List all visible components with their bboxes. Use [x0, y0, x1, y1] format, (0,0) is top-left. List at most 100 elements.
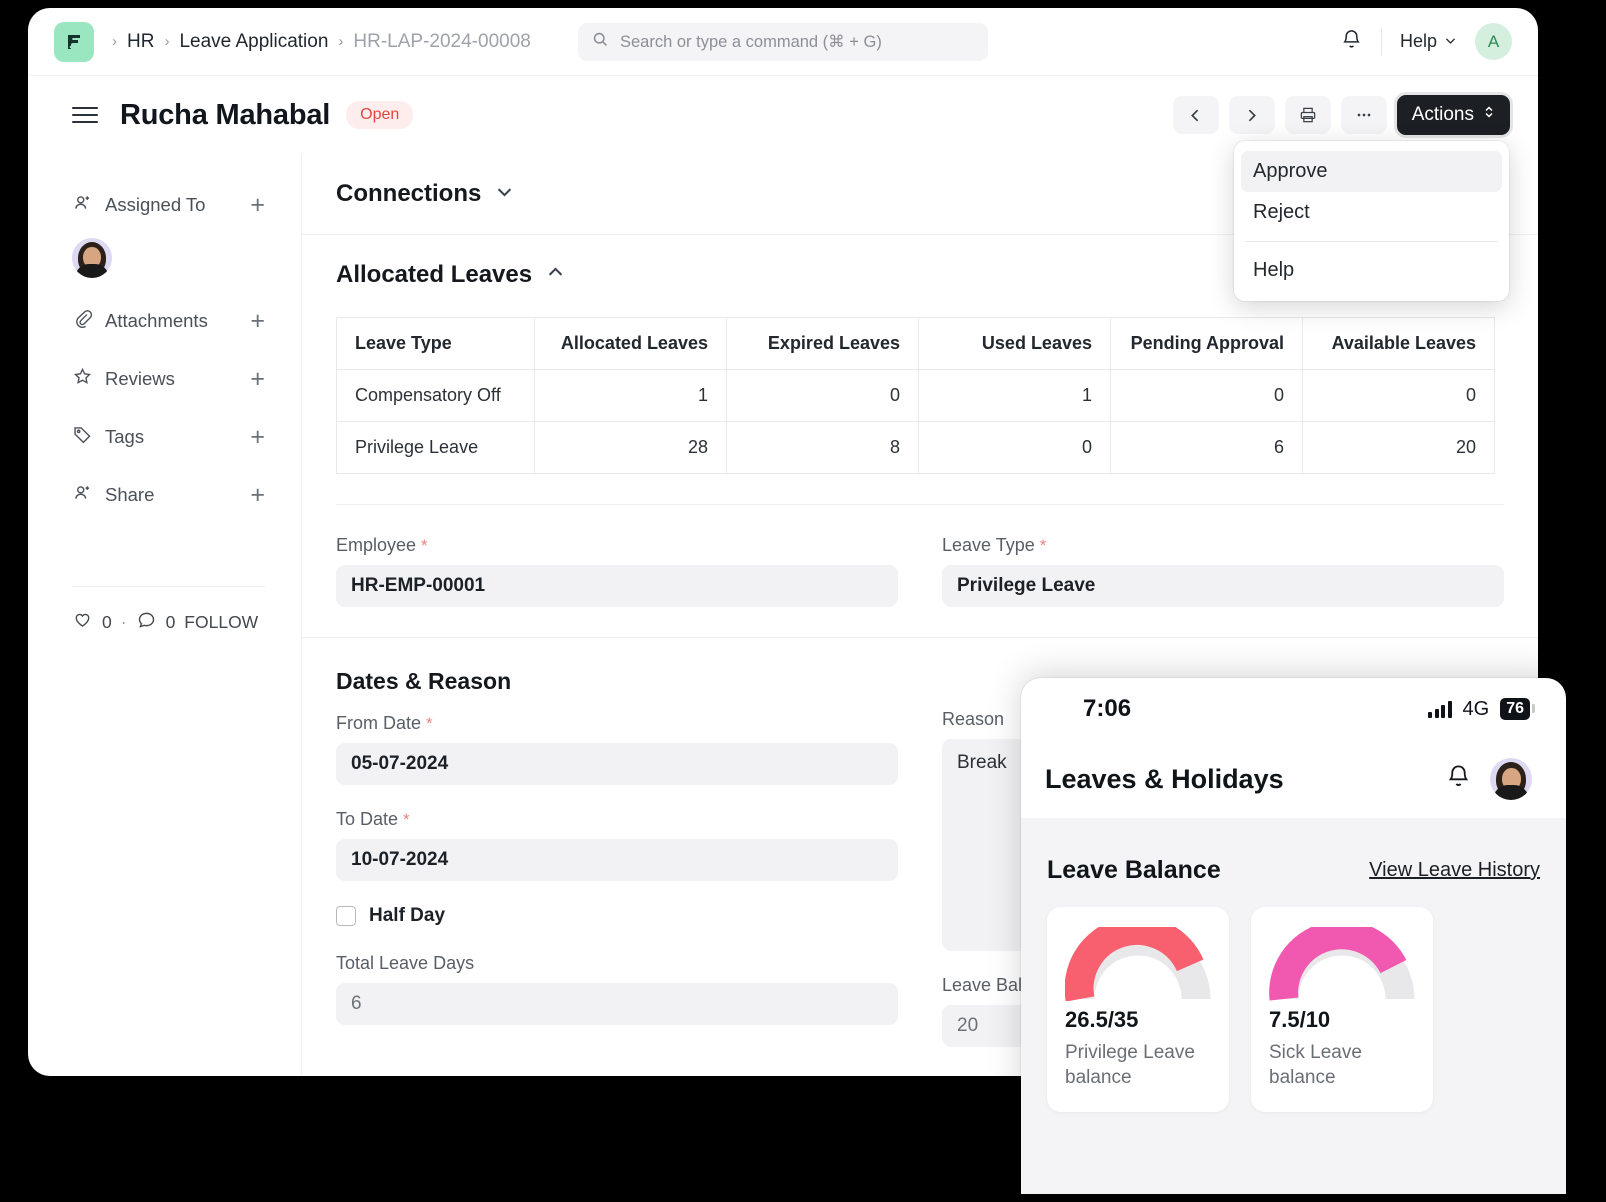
cell-leave-type: Privilege Leave [337, 422, 535, 474]
half-day-checkbox[interactable] [336, 906, 356, 926]
dates-reason-group-title: Dates & Reason [336, 668, 898, 695]
bell-icon[interactable] [1340, 28, 1363, 56]
next-button[interactable] [1229, 96, 1275, 134]
breadcrumb-item-current: HR-LAP-2024-00008 [353, 31, 530, 53]
star-icon [72, 366, 93, 392]
cell-pending: 6 [1111, 422, 1303, 474]
paperclip-icon [72, 308, 93, 334]
assignee-avatar[interactable] [72, 238, 112, 278]
status-badge: Open [346, 101, 413, 129]
total-leave-days-field: 6 [336, 983, 898, 1025]
sidebar-item-label: Tags [105, 426, 238, 448]
add-attachment-button[interactable]: + [250, 309, 265, 334]
column-header: Used Leaves [919, 318, 1111, 370]
follow-button[interactable]: FOLLOW [184, 612, 258, 633]
table-row[interactable]: Privilege Leave 28 8 0 6 20 [337, 422, 1495, 474]
column-header: Available Leaves [1303, 318, 1495, 370]
employee-label: Employee * [336, 535, 898, 556]
cell-used: 1 [919, 370, 1111, 422]
actions-label: Actions [1412, 104, 1474, 126]
gauge-card-privilege-leave[interactable]: 26.5/35 Privilege Leave balance [1047, 907, 1229, 1112]
page-title: Rucha Mahabal [120, 99, 330, 132]
column-header: Allocated Leaves [535, 318, 727, 370]
frappe-logo-icon[interactable] [54, 22, 94, 62]
sidebar-item-label: Attachments [105, 310, 238, 332]
actions-dropdown-menu: Approve Reject Help [1234, 141, 1509, 301]
half-day-row[interactable]: Half Day [336, 905, 898, 927]
sidebar-item-share[interactable]: Share + [72, 466, 265, 524]
add-review-button[interactable]: + [250, 367, 265, 392]
chevron-updown-icon [1483, 104, 1495, 126]
avatar[interactable] [1490, 758, 1532, 800]
sidebar-item-label: Assigned To [105, 194, 238, 216]
avatar[interactable]: A [1475, 23, 1512, 60]
mobile-page-title: Leaves & Holidays [1045, 764, 1427, 795]
mobile-status-bar: 7:06 4G 76 [1021, 678, 1566, 740]
add-assignee-button[interactable]: + [250, 193, 265, 218]
help-button[interactable]: Help [1400, 31, 1457, 52]
breadcrumb-item-hr[interactable]: HR [127, 31, 154, 53]
actions-button[interactable]: Actions [1397, 95, 1510, 135]
help-label: Help [1400, 31, 1437, 52]
prev-button[interactable] [1173, 96, 1219, 134]
title-actions: Actions [1173, 95, 1510, 135]
tag-icon [72, 424, 93, 450]
chevron-down-icon[interactable] [495, 182, 514, 206]
comment-icon[interactable] [136, 609, 157, 635]
menu-item-reject[interactable]: Reject [1241, 192, 1502, 233]
user-plus-icon [72, 192, 93, 218]
heart-icon[interactable] [72, 609, 93, 635]
allocated-leaves-title: Allocated Leaves [336, 261, 532, 289]
leave-type-field[interactable]: Privilege Leave [942, 565, 1504, 607]
gauge-card-sick-leave[interactable]: 7.5/10 Sick Leave balance [1251, 907, 1433, 1112]
required-marker: * [1040, 537, 1047, 554]
print-button[interactable] [1285, 96, 1331, 134]
total-leave-days-label: Total Leave Days [336, 953, 898, 974]
column-header: Pending Approval [1111, 318, 1303, 370]
breadcrumb-item-leave-application[interactable]: Leave Application [179, 31, 328, 53]
cell-allocated: 28 [535, 422, 727, 474]
leave-balance-header: Leave Balance View Leave History [1047, 818, 1540, 907]
to-date-field[interactable]: 10-07-2024 [336, 839, 898, 881]
table-row[interactable]: Compensatory Off 1 0 1 0 0 [337, 370, 1495, 422]
user-plus-icon [72, 482, 93, 508]
breadcrumb-sep: › [164, 33, 169, 50]
label-text: Reason [942, 709, 1004, 730]
more-button[interactable] [1341, 96, 1387, 134]
search-input[interactable]: Search or type a command (⌘ + G) [578, 23, 988, 61]
leave-balance-cards: 26.5/35 Privilege Leave balance 7.5/10 S… [1047, 907, 1540, 1112]
comment-count: 0 [166, 612, 176, 633]
sidebar-item-assigned-to[interactable]: Assigned To + [72, 176, 265, 234]
required-marker: * [426, 715, 433, 732]
menu-item-approve[interactable]: Approve [1241, 151, 1502, 192]
sidebar: Assigned To + Attachments + [28, 154, 302, 1076]
search-placeholder: Search or type a command (⌘ + G) [620, 32, 882, 52]
connections-title: Connections [336, 180, 481, 208]
cell-available: 0 [1303, 370, 1495, 422]
sidebar-item-tags[interactable]: Tags + [72, 408, 265, 466]
bell-icon[interactable] [1445, 763, 1472, 795]
view-leave-history-link[interactable]: View Leave History [1369, 859, 1540, 882]
gauge-value: 26.5/35 [1065, 1007, 1211, 1033]
hamburger-icon[interactable] [72, 107, 98, 123]
label-text: Total Leave Days [336, 953, 474, 974]
mobile-app-window: 7:06 4G 76 Leaves & Holidays Leave Balan… [1021, 678, 1566, 1194]
sidebar-item-attachments[interactable]: Attachments + [72, 292, 265, 350]
menu-item-help[interactable]: Help [1241, 250, 1502, 291]
cell-expired: 0 [727, 370, 919, 422]
cell-pending: 0 [1111, 370, 1303, 422]
employee-field[interactable]: HR-EMP-00001 [336, 565, 898, 607]
column-header: Leave Type [337, 318, 535, 370]
add-share-button[interactable]: + [250, 483, 265, 508]
table-header-row: Leave Type Allocated Leaves Expired Leav… [337, 318, 1495, 370]
signal-bars-icon [1428, 701, 1452, 718]
label-text: From Date [336, 713, 421, 734]
chevron-up-icon[interactable] [546, 263, 565, 287]
required-marker: * [421, 537, 428, 554]
gauge-caption: Sick Leave balance [1269, 1041, 1415, 1090]
from-date-field[interactable]: 05-07-2024 [336, 743, 898, 785]
sidebar-item-reviews[interactable]: Reviews + [72, 350, 265, 408]
cell-expired: 8 [727, 422, 919, 474]
form-col-dates: Dates & Reason From Date * 05-07-2024 To… [336, 668, 898, 1071]
add-tag-button[interactable]: + [250, 425, 265, 450]
